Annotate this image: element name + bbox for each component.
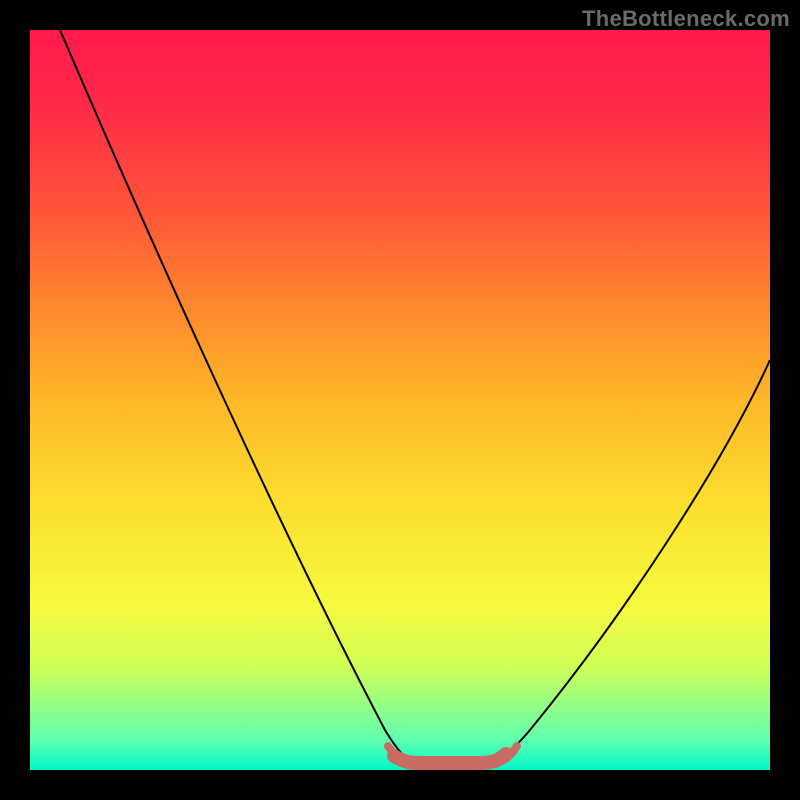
chart-frame: TheBottleneck.com — [0, 0, 800, 800]
plot-area — [30, 30, 770, 770]
watermark-text: TheBottleneck.com — [582, 6, 790, 32]
bottleneck-curve — [60, 30, 770, 762]
curve-svg — [30, 30, 770, 770]
flat-region-highlight — [394, 754, 506, 763]
